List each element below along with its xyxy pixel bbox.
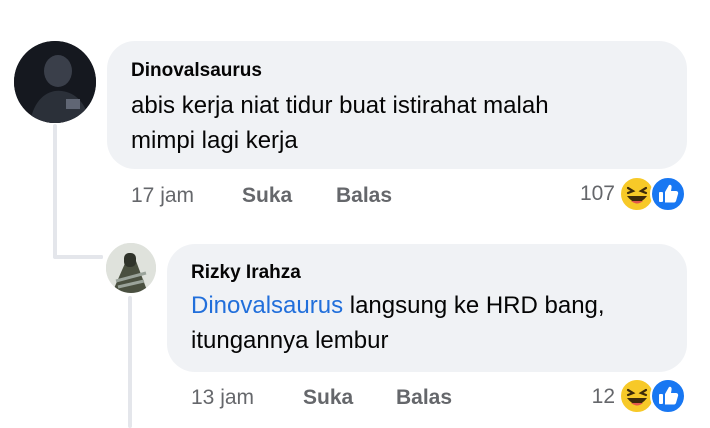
comment-author[interactable]: Dinovalsaurus — [131, 60, 262, 82]
reply-text-line: Dinovalsaurus langsung ke HRD bang, — [191, 288, 605, 323]
mention-link[interactable]: Dinovalsaurus — [191, 292, 343, 319]
reply-text-line: itungannya lembur — [191, 327, 389, 354]
reply-text-rest: langsung ke HRD bang, — [343, 292, 605, 319]
reply-reply-button[interactable]: Balas — [396, 386, 452, 410]
comment-text: abis kerja niat tidur buat istirahat mal… — [131, 88, 549, 158]
reply-reaction-count[interactable]: 12 — [570, 385, 615, 409]
comment-text-line: mimpi lagi kerja — [131, 127, 298, 154]
reply-button[interactable]: Balas — [336, 184, 392, 208]
reply-timestamp[interactable]: 13 jam — [191, 386, 254, 410]
thread-line-elbow — [53, 255, 103, 259]
reply-text: Dinovalsaurus langsung ke HRD bang, itun… — [191, 288, 605, 358]
reply-avatar[interactable] — [106, 243, 156, 293]
reply-author[interactable]: Rizky Irahza — [191, 262, 301, 284]
avatar[interactable] — [14, 41, 96, 123]
like-icon[interactable] — [650, 378, 686, 414]
avatar-photo — [14, 41, 96, 123]
comment-text-line: abis kerja niat tidur buat istirahat mal… — [131, 92, 549, 119]
reply-thread-line — [128, 296, 132, 428]
reply-avatar-photo — [106, 243, 156, 293]
like-icon[interactable] — [650, 176, 686, 212]
reply-like-button[interactable]: Suka — [303, 386, 353, 410]
like-button[interactable]: Suka — [242, 184, 292, 208]
thread-line-vertical — [53, 124, 57, 259]
reaction-count[interactable]: 107 — [560, 182, 615, 206]
comment-timestamp[interactable]: 17 jam — [131, 184, 194, 208]
